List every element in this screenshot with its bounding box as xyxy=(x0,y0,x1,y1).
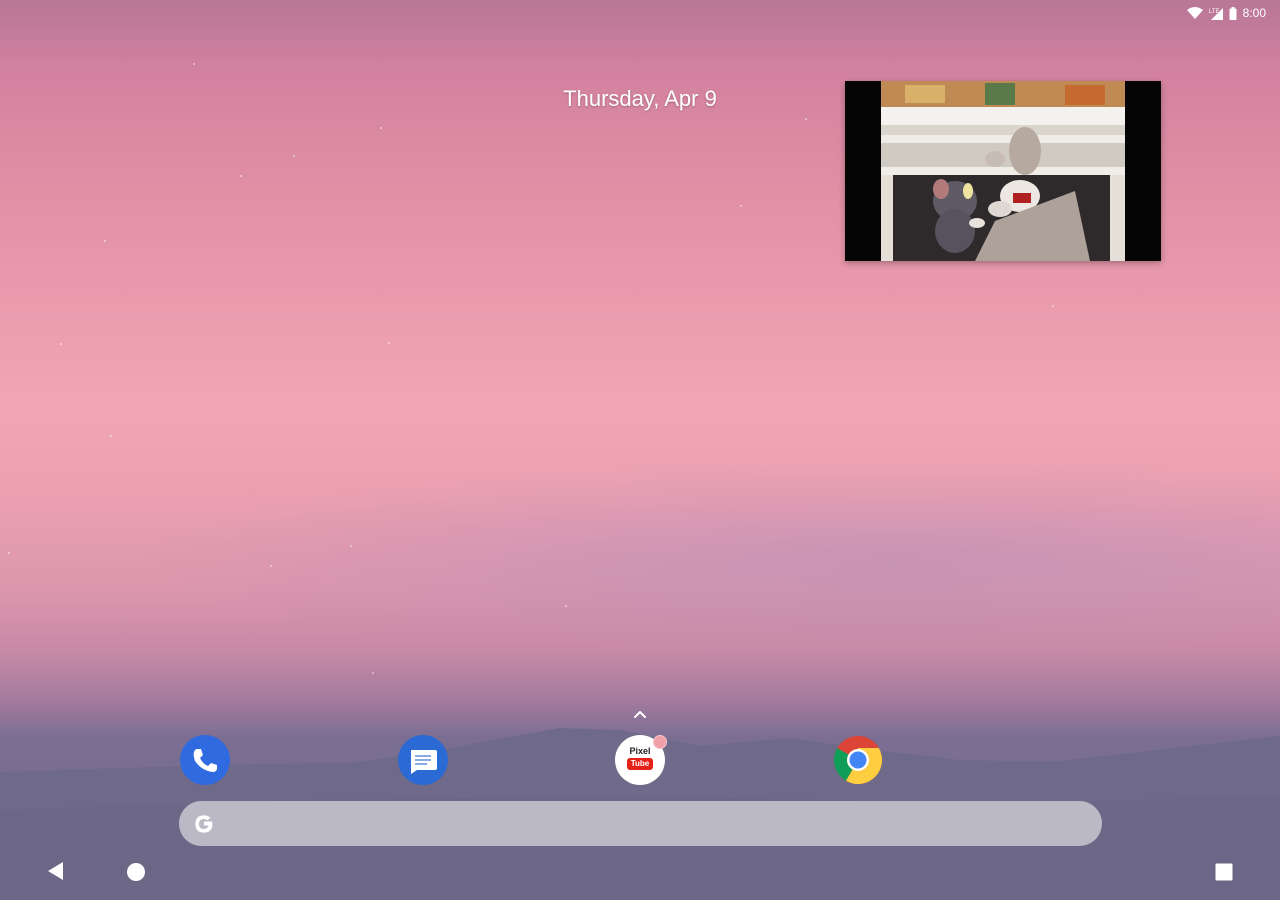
pixel-tube-app[interactable]: Pixel Tube xyxy=(615,735,667,785)
home-icon[interactable] xyxy=(126,862,146,887)
svg-text:LTE: LTE xyxy=(1209,9,1220,15)
status-bar: LTE 8:00 xyxy=(1186,0,1280,26)
picture-in-picture-video[interactable] xyxy=(845,81,1161,261)
wallpaper-haze xyxy=(0,440,1280,680)
phone-icon xyxy=(180,735,230,785)
pixel-tube-label-line2: Tube xyxy=(627,758,653,770)
google-search-bar[interactable] xyxy=(179,801,1102,846)
video-frame xyxy=(845,81,1161,261)
google-g-icon xyxy=(191,811,217,842)
recents-icon[interactable] xyxy=(1215,863,1233,886)
wifi-icon xyxy=(1186,6,1203,20)
phone-app[interactable] xyxy=(180,735,230,785)
battery-icon xyxy=(1229,6,1237,20)
cell-signal-icon: LTE xyxy=(1209,7,1223,20)
notification-badge xyxy=(653,735,667,749)
messages-app[interactable] xyxy=(398,735,448,785)
back-icon[interactable] xyxy=(46,861,66,886)
chrome-app[interactable] xyxy=(833,735,883,785)
chevron-up-icon[interactable] xyxy=(628,704,652,724)
chrome-icon xyxy=(833,735,883,785)
status-clock: 8:00 xyxy=(1242,6,1266,20)
wallpaper-mountains xyxy=(0,728,1280,900)
home-screen: LTE 8:00 Thursday, Apr 9 Pixel Tube xyxy=(0,0,1280,900)
messages-icon xyxy=(398,735,448,785)
